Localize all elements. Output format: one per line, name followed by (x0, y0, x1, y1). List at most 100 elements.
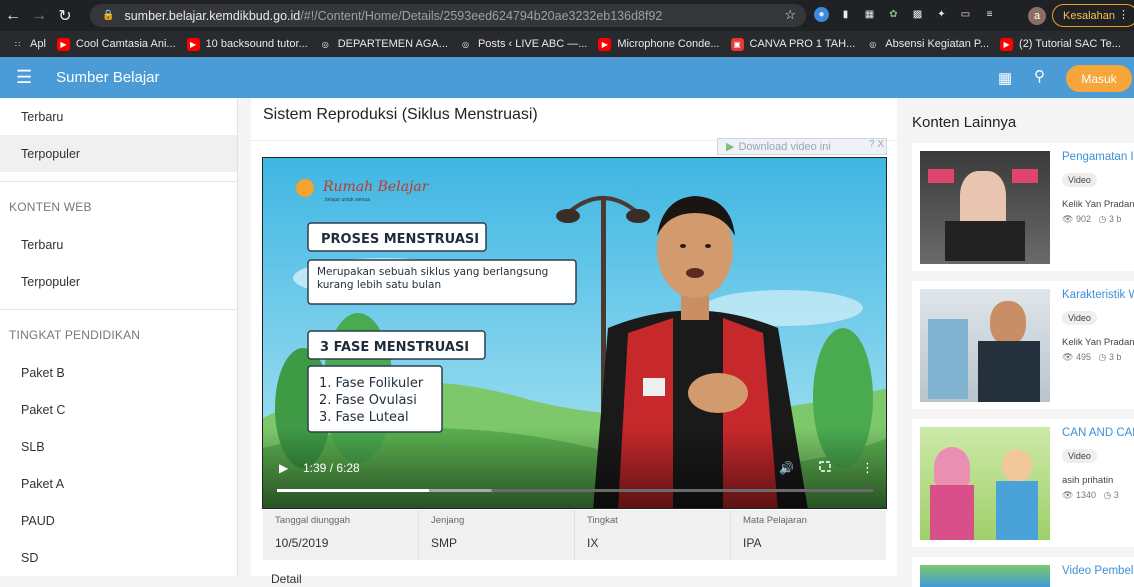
eye-icon: 👁 (1062, 352, 1074, 362)
card-stats: 👁 1340 ◷ 3 (1062, 490, 1119, 501)
view-count: 902 (1075, 214, 1091, 224)
video-heading-1: PROSES MENSTRUASI (321, 232, 479, 247)
login-button[interactable]: Masuk (1066, 65, 1132, 92)
bookmark-item[interactable]: ▣ CANVA PRO 1 TAH... (730, 37, 856, 51)
volume-icon[interactable]: 🔊 (779, 460, 794, 475)
lamp (556, 209, 580, 223)
sidebar-item-web-terpopuler[interactable]: Terpopuler (0, 263, 237, 300)
video-thumbnail[interactable] (920, 151, 1050, 264)
sidebar-item-slb[interactable]: SLB (0, 428, 237, 465)
video-player[interactable]: Rumah Belajar belajar untuk semua PROSES… (262, 157, 887, 509)
browser-toolbar: ← → ↻ 🔒 sumber.belajar.kemdikbud.go.id /… (0, 0, 1134, 31)
play-icon[interactable]: ▶ (279, 461, 289, 475)
profile-avatar[interactable]: a (1028, 7, 1046, 25)
card-stats: 👁 495 ◷ 3 b (1062, 352, 1121, 363)
body-text-box: Merupakan sebuah siklus yang berlangsung… (317, 266, 549, 291)
left-sidebar: Terbaru Terpopuler KONTEN WEB Terbaru Te… (0, 98, 238, 576)
bookmark-star-icon[interactable]: ☆ (784, 7, 796, 23)
card-author: Kelik Yan Pradana (1062, 199, 1134, 210)
card-author: asih prihatin (1062, 475, 1114, 486)
video-thumbnail[interactable] (920, 427, 1050, 540)
menu-dots-icon[interactable]: ⋮ (1118, 8, 1129, 21)
bookmark-item[interactable]: ◎ DEPARTEMEN AGA... (319, 38, 448, 51)
meta-label: Tanggal diunggah (275, 515, 351, 526)
globe-icon: ◎ (869, 39, 877, 49)
globe-icon: ◎ (461, 39, 469, 49)
video-metadata: Tanggal diunggah 10/5/2019 Jenjang SMP T… (263, 510, 886, 560)
app-title[interactable]: Sumber Belajar (56, 69, 159, 86)
apps-grid-icon[interactable]: ▦ (998, 69, 1012, 87)
cast-icon[interactable]: ▭ (958, 7, 973, 22)
forward-arrow-icon[interactable]: → (26, 0, 52, 31)
bookmark-item[interactable]: ∷ Apl (11, 38, 46, 51)
url-host: sumber.belajar.kemdikbud.go.id (124, 8, 301, 23)
hamburger-menu-icon[interactable]: ☰ (16, 67, 32, 88)
clock-icon: ◷ (1098, 214, 1107, 224)
sidebar-item-paud[interactable]: PAUD (0, 502, 237, 539)
clock-icon: ◷ (1103, 490, 1112, 500)
bookmark-label: Microphone Conde... (617, 38, 720, 50)
related-title: Konten Lainnya (912, 114, 1017, 131)
download-help-close[interactable]: ? X (869, 139, 884, 150)
sidebar-heading-tingkat: TINGKAT PENDIDIKAN (9, 328, 141, 342)
bookmark-label: CANVA PRO 1 TAH... (749, 38, 856, 50)
bookmark-item[interactable]: ▶ 10 backsound tutor... (186, 37, 308, 51)
card-title[interactable]: Karakteristik W (1062, 289, 1134, 301)
age-label: 3 b (1108, 214, 1122, 224)
related-card[interactable]: Pengamatan IPA Video Kelik Yan Pradana 👁… (912, 143, 1134, 271)
video-time: 1:39 / 6:28 (303, 461, 360, 475)
video-body-text: Merupakan sebuah siklus yang berlangsung… (317, 266, 549, 291)
phase-2: 2. Fase Ovulasi (319, 393, 417, 408)
bookmark-label: DEPARTEMEN AGA... (337, 38, 448, 50)
puzzle-green-icon[interactable]: ✿ (886, 7, 901, 22)
sidebar-item-terpopuler[interactable]: Terpopuler (0, 135, 237, 172)
meta-value: IX (587, 536, 599, 550)
sidebar-item-paket-a[interactable]: Paket A (0, 465, 237, 502)
video-badge: Video (1062, 173, 1097, 187)
address-bar[interactable]: 🔒 sumber.belajar.kemdikbud.go.id /#!/Con… (90, 4, 806, 27)
video-thumbnail[interactable] (920, 565, 1050, 587)
bookmark-item[interactable]: ▶ (2) Tutorial SAC Te... (1000, 37, 1121, 51)
more-options-icon[interactable]: ⋮ (861, 461, 874, 476)
sidebar-item-paket-b[interactable]: Paket B (0, 354, 237, 391)
card-title[interactable]: CAN AND CAN'T (1062, 427, 1134, 439)
clock-icon: ◷ (1098, 352, 1107, 362)
meta-label: Mata Pelajaran (743, 515, 807, 526)
meta-subject: Mata Pelajaran IPA (731, 510, 886, 560)
grid-extension-icon[interactable]: ▩ (910, 7, 925, 22)
card-author: Kelik Yan Pradana (1062, 337, 1134, 348)
related-card[interactable]: CAN AND CAN'T Video asih prihatin 👁 1340… (912, 419, 1134, 547)
meta-upload-date: Tanggal diunggah 10/5/2019 (263, 510, 419, 560)
lens-extension-icon[interactable]: ● (814, 7, 829, 22)
download-video-bar[interactable]: ▶ Download video ini ? X (717, 138, 887, 155)
bookmark-item[interactable]: ▶ Microphone Conde... (598, 37, 720, 51)
bookmark-item[interactable]: ◎ Posts ‹ LIVE ABC —... (459, 38, 587, 51)
reload-icon[interactable]: ↻ (52, 0, 78, 31)
video-badge: Video (1062, 449, 1097, 463)
lock-icon: 🔒 (102, 10, 115, 21)
extensions-puzzle-icon[interactable]: ✦ (934, 7, 949, 22)
media-queue-icon[interactable]: ≡ (982, 7, 997, 22)
video-badge: Video (1062, 311, 1097, 325)
bookmark-item[interactable]: ◎ Absensi Kegiatan P... (866, 38, 989, 51)
related-card[interactable]: Video Pembela (912, 557, 1134, 587)
card-title[interactable]: Pengamatan IPA (1062, 151, 1134, 163)
video-thumbnail[interactable] (920, 289, 1050, 402)
sidebar-item-web-terbaru[interactable]: Terbaru (0, 226, 237, 263)
card-title[interactable]: Video Pembela (1062, 565, 1134, 577)
search-icon[interactable]: ⚲ (1034, 67, 1045, 85)
related-card[interactable]: Karakteristik W Video Kelik Yan Pradana … (912, 281, 1134, 409)
sidebar-divider (0, 181, 237, 182)
sidebar-item-sd[interactable]: SD (0, 539, 237, 576)
sidebar-item-paket-c[interactable]: Paket C (0, 391, 237, 428)
phone-icon[interactable]: ▮ (838, 7, 853, 22)
meta-value: 10/5/2019 (275, 536, 329, 550)
error-button[interactable]: Kesalahan ⋮ (1052, 4, 1134, 27)
back-arrow-icon[interactable]: ← (0, 0, 26, 31)
sidebar-item-terbaru[interactable]: Terbaru (0, 98, 237, 135)
bookmark-item[interactable]: ▶ Cool Camtasia Ani... (56, 37, 176, 51)
brand-logo-icon (296, 179, 314, 197)
reading-list-icon[interactable]: ▦ (862, 7, 877, 22)
youtube-icon: ▶ (598, 37, 612, 51)
meta-value: IPA (743, 536, 762, 550)
